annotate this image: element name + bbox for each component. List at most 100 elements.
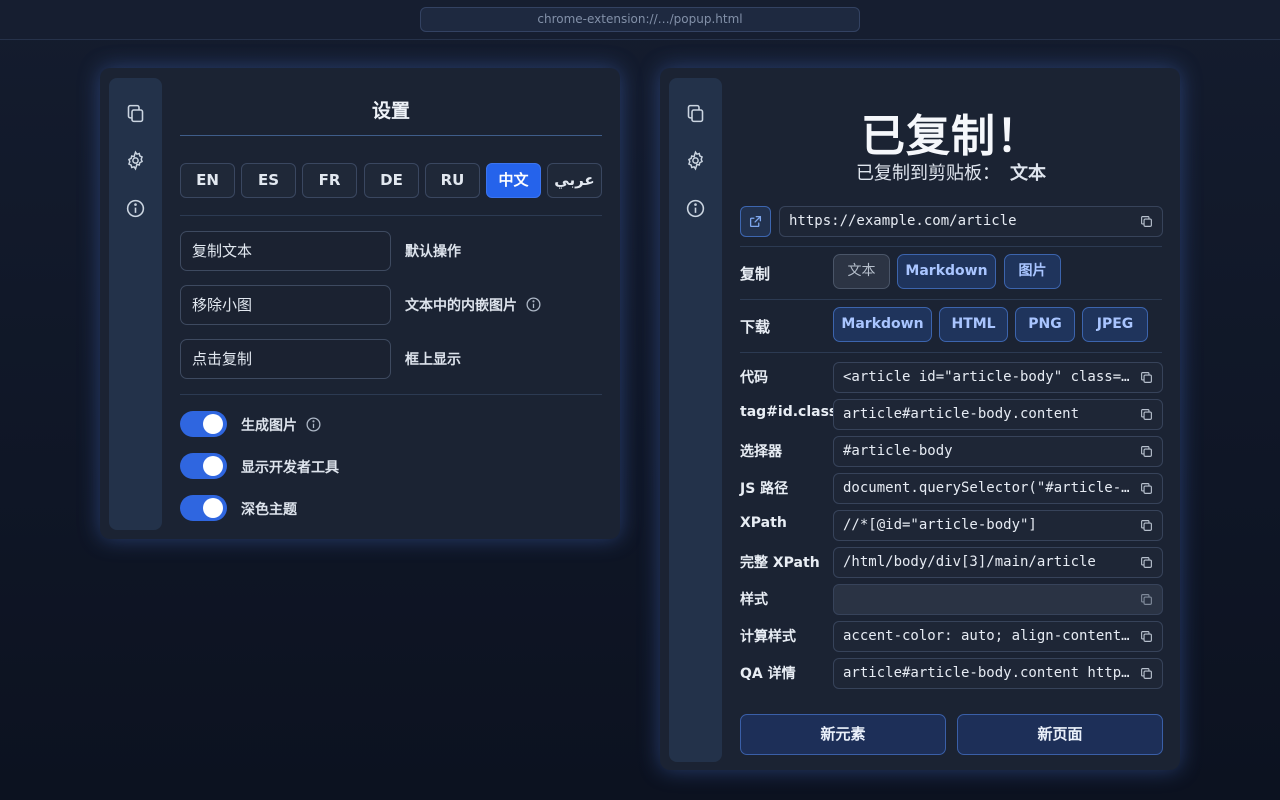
code-value: <article id="article-body" class="conten… (843, 369, 1163, 385)
code-field[interactable]: <article id="article-body" class="conten… (833, 362, 1163, 393)
copied-subtitle-value: 文本 (1010, 163, 1046, 184)
url-value: https://example.com/article (789, 213, 1017, 229)
computed-styles-value: accent-color: auto; align-content: norma… (843, 628, 1163, 644)
copied-panel: 已复制！ 已复制到剪贴板： 文本 https://example.com/arti… (660, 68, 1180, 770)
js-path-field[interactable]: document.querySelector("#article-body") (833, 473, 1163, 504)
divider (180, 394, 602, 395)
open-link-button[interactable] (740, 206, 771, 237)
title-divider (180, 135, 602, 136)
styles-label: 样式 (740, 592, 768, 608)
language-selector: EN ES FR DE RU 中文 عربي (180, 163, 602, 198)
computed-styles-label: 计算样式 (740, 629, 796, 645)
lang-de-button[interactable]: DE (364, 163, 419, 198)
styles-field[interactable] (833, 584, 1163, 615)
copy-icon[interactable] (1140, 556, 1153, 569)
selector-value: #article-body (843, 443, 953, 459)
selector-label: 选择器 (740, 444, 782, 460)
copy-icon[interactable] (1140, 408, 1153, 421)
copy-icon[interactable] (1140, 482, 1153, 495)
address-bar[interactable]: chrome-extension://…/popup.html (420, 7, 860, 32)
code-label: 代码 (740, 370, 768, 386)
generate-image-label: 生成图片 (241, 418, 297, 434)
generate-image-toggle[interactable] (180, 411, 227, 437)
url-field[interactable]: https://example.com/article (779, 206, 1163, 237)
devtools-label: 显示开发者工具 (241, 460, 339, 476)
new-element-button[interactable]: 新元素 (740, 714, 946, 755)
gear-icon[interactable] (685, 150, 706, 171)
copy-row-label: 复制 (740, 265, 771, 283)
settings-title: 设置 (371, 100, 410, 122)
computed-styles-field[interactable]: accent-color: auto; align-content: norma… (833, 621, 1163, 652)
copy-icon[interactable] (1140, 215, 1153, 228)
tag-id-class-value: article#article-body.content (843, 406, 1080, 422)
js-path-label: JS 路径 (740, 481, 789, 497)
gear-icon[interactable] (125, 150, 146, 171)
lang-fr-button[interactable]: FR (302, 163, 357, 198)
lang-es-button[interactable]: ES (241, 163, 296, 198)
divider (740, 352, 1162, 353)
selector-field[interactable]: #article-body (833, 436, 1163, 467)
lang-ar-button[interactable]: عربي (547, 163, 602, 198)
tag-id-class-label: tag#id.class (740, 404, 838, 420)
dark-theme-label: 深色主题 (241, 502, 297, 518)
frame-display-label: 框上显示 (405, 352, 461, 368)
copy-icon[interactable] (1140, 371, 1153, 384)
qa-details-label: QA 详情 (740, 666, 796, 682)
dark-theme-toggle[interactable] (180, 495, 227, 521)
default-action-label: 默认操作 (405, 244, 461, 260)
copied-subtitle-prefix: 已复制到剪贴板： (856, 163, 1000, 184)
new-page-button[interactable]: 新页面 (957, 714, 1163, 755)
download-markdown-button[interactable]: Markdown (833, 307, 932, 342)
frame-display-select[interactable]: 点击复制 (180, 339, 391, 379)
default-action-select[interactable]: 复制文本 (180, 231, 391, 271)
download-html-button[interactable]: HTML (939, 307, 1008, 342)
copy-icon[interactable] (1140, 519, 1153, 532)
download-row-label: 下载 (740, 318, 771, 336)
copy-icon[interactable] (685, 103, 706, 124)
lang-zh-button[interactable]: 中文 (486, 163, 541, 198)
copy-markdown-button[interactable]: Markdown (897, 254, 996, 289)
full-xpath-field[interactable]: /html/body/div[3]/main/article (833, 547, 1163, 578)
full-xpath-value: /html/body/div[3]/main/article (843, 554, 1096, 570)
divider (740, 246, 1162, 247)
copied-sidebar (669, 78, 722, 762)
divider (180, 215, 602, 216)
copy-icon[interactable] (1140, 667, 1153, 680)
full-xpath-label: 完整 XPath (740, 555, 820, 571)
copy-icon[interactable] (125, 103, 146, 124)
toggle-knob (203, 456, 223, 476)
toggle-knob (203, 498, 223, 518)
info-icon[interactable] (685, 198, 706, 219)
lang-en-button[interactable]: EN (180, 163, 235, 198)
inline-images-label: 文本中的内嵌图片 (405, 298, 517, 314)
copy-text-button[interactable]: 文本 (833, 254, 890, 289)
devtools-toggle[interactable] (180, 453, 227, 479)
xpath-label: XPath (740, 515, 787, 531)
copied-subtitle: 已复制到剪贴板： 文本 (740, 159, 1162, 185)
xpath-value: //*[@id="article-body"] (843, 517, 1037, 533)
browser-toolbar: chrome-extension://…/popup.html (0, 0, 1280, 40)
copied-title: 已复制！ (861, 111, 1041, 162)
download-jpeg-button[interactable]: JPEG (1082, 307, 1148, 342)
qa-details-value: article#article-body.content https://exa… (843, 665, 1163, 681)
qa-details-field[interactable]: article#article-body.content https://exa… (833, 658, 1163, 689)
inline-images-label-row: 文本中的内嵌图片 (405, 295, 542, 315)
info-icon[interactable] (305, 416, 322, 433)
info-icon[interactable] (525, 296, 542, 313)
copy-icon[interactable] (1140, 445, 1153, 458)
copy-icon[interactable] (1140, 593, 1153, 606)
copy-image-button[interactable]: 图片 (1004, 254, 1061, 289)
settings-panel: 设置 EN ES FR DE RU 中文 عربي 复制文本 默认操作 移除小图… (100, 68, 620, 539)
generate-image-label-row: 生成图片 (241, 415, 322, 435)
toggle-knob (203, 414, 223, 434)
download-png-button[interactable]: PNG (1015, 307, 1075, 342)
settings-sidebar (109, 78, 162, 530)
lang-ru-button[interactable]: RU (425, 163, 480, 198)
inline-images-select[interactable]: 移除小图 (180, 285, 391, 325)
xpath-field[interactable]: //*[@id="article-body"] (833, 510, 1163, 541)
info-icon[interactable] (125, 198, 146, 219)
copy-icon[interactable] (1140, 630, 1153, 643)
js-path-value: document.querySelector("#article-body") (843, 480, 1163, 496)
divider (740, 299, 1162, 300)
tag-id-class-field[interactable]: article#article-body.content (833, 399, 1163, 430)
